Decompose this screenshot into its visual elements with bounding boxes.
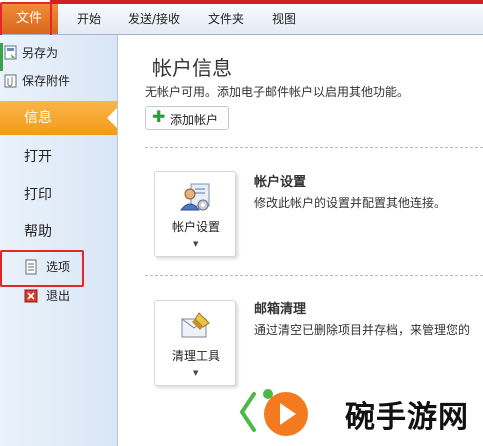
account-settings-desc: 修改此帐户的设置并配置其他连接。: [254, 196, 447, 210]
tab-folder[interactable]: 文件夹: [208, 4, 244, 34]
nav-accent-bar: [0, 43, 3, 71]
backstage-nav: [0, 35, 118, 446]
nav-active-pointer: [107, 108, 117, 128]
section-divider-2: [145, 275, 483, 276]
nav-save-as-label: 另存为: [22, 46, 59, 60]
account-settings-icon: [179, 183, 210, 211]
tab-view[interactable]: 视图: [272, 4, 296, 34]
mailbox-cleanup-title: 邮箱清理: [254, 302, 307, 317]
add-account-button[interactable]: ✚ 添加帐户: [145, 106, 229, 130]
cleanup-tools-button[interactable]: 清理工具 ▼: [154, 300, 236, 386]
nav-item-help[interactable]: 帮助: [24, 220, 52, 244]
exit-icon: [24, 289, 38, 303]
nav-item-save-attachment[interactable]: 保存附件: [4, 71, 71, 91]
nav-item-print[interactable]: 打印: [24, 183, 52, 207]
add-account-label: 添加帐户: [170, 113, 219, 127]
nav-item-info[interactable]: 信息: [24, 101, 52, 135]
save-as-icon: [4, 45, 17, 60]
dropdown-arrow-icon: ▼: [193, 369, 199, 377]
account-settings-label: 帐户设置: [171, 220, 220, 234]
page-subtitle: 无帐户可用。添加电子邮件帐户以启用其他功能。: [145, 85, 410, 99]
nav-item-exit[interactable]: 退出: [24, 286, 71, 306]
options-highlight: [0, 250, 84, 287]
account-settings-title: 帐户设置: [254, 175, 307, 190]
mailbox-cleanup-desc: 通过清空已删除项目并存档，来管理您的: [254, 323, 471, 337]
nav-item-save-as[interactable]: 另存为: [4, 43, 59, 63]
nav-exit-label: 退出: [46, 289, 71, 303]
cleanup-tools-label: 清理工具: [171, 349, 220, 363]
section-divider-1: [145, 147, 483, 148]
watermark-logo: [240, 389, 308, 436]
account-settings-button[interactable]: 帐户设置 ▼: [154, 171, 236, 257]
plus-icon: ✚: [152, 107, 166, 126]
tab-home[interactable]: 开始: [77, 4, 101, 34]
nav-save-attachment-label: 保存附件: [22, 74, 71, 88]
nav-item-info-active-bg: [0, 101, 117, 135]
cleanup-tools-icon: [181, 312, 210, 338]
tab-send-receive[interactable]: 发送/接收: [128, 4, 180, 34]
watermark-text: 碗手游网: [345, 400, 469, 435]
dropdown-arrow-icon: ▼: [193, 240, 199, 248]
page-title: 帐户信息: [152, 56, 232, 80]
save-attachment-icon: [4, 74, 17, 88]
nav-item-open[interactable]: 打开: [24, 145, 52, 169]
